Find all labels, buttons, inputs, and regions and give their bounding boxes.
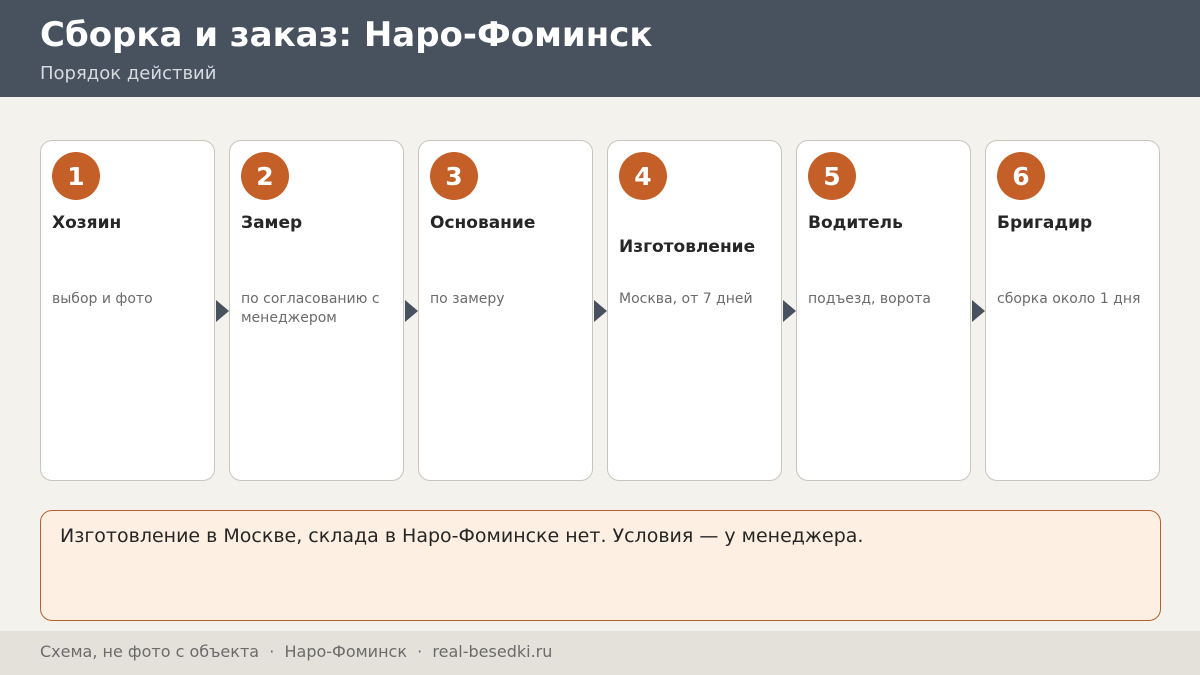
step-number-badge: 3 [430,152,478,200]
arrow-right-icon [216,300,229,322]
header-bar: Сборка и заказ: Наро-Фоминск Порядок дей… [0,0,1200,97]
step-title: Хозяин [52,213,122,233]
step-number-badge: 6 [997,152,1045,200]
step-number-badge: 1 [52,152,100,200]
info-note: Изготовление в Москве, склада в Наро-Фом… [40,510,1161,621]
step-description: Москва, от 7 дней [619,291,753,307]
footer-text: Схема, не фото с объекта · Наро-Фоминск … [40,642,553,661]
step-title: Основание [430,213,536,233]
arrow-right-icon [972,300,985,322]
step-card-2: 2 Замер по согласованию с менеджером [229,140,404,481]
footer-bar: Схема, не фото с объекта · Наро-Фоминск … [0,631,1200,675]
step-description: подъезд, ворота [808,291,931,307]
step-description: по замеру [430,291,505,307]
info-note-text: Изготовление в Москве, склада в Наро-Фом… [60,525,864,547]
step-title: Бригадир [997,213,1093,233]
arrow-right-icon [405,300,418,322]
step-number-badge: 2 [241,152,289,200]
step-title: Изготовление [619,237,756,257]
step-card-1: 1 Хозяин выбор и фото [40,140,215,481]
step-number-badge: 5 [808,152,856,200]
step-description: сборка около 1 дня [997,291,1141,307]
step-title: Замер [241,213,303,233]
page-subtitle: Порядок действий [40,63,217,84]
arrow-right-icon [594,300,607,322]
step-card-5: 5 Водитель подъезд, ворота [796,140,971,481]
step-description: выбор и фото [52,291,153,307]
step-title: Водитель [808,213,903,233]
step-card-3: 3 Основание по замеру [418,140,593,481]
step-number-badge: 4 [619,152,667,200]
arrow-right-icon [783,300,796,322]
steps-flow: 1 Хозяин выбор и фото 2 Замер по согласо… [40,140,1161,481]
step-card-6: 6 Бригадир сборка около 1 дня [985,140,1160,481]
step-card-4: 4 Изготовление Москва, от 7 дней [607,140,782,481]
page-title: Сборка и заказ: Наро-Фоминск [40,15,653,55]
step-description: по согласованию с менеджером [241,291,380,326]
